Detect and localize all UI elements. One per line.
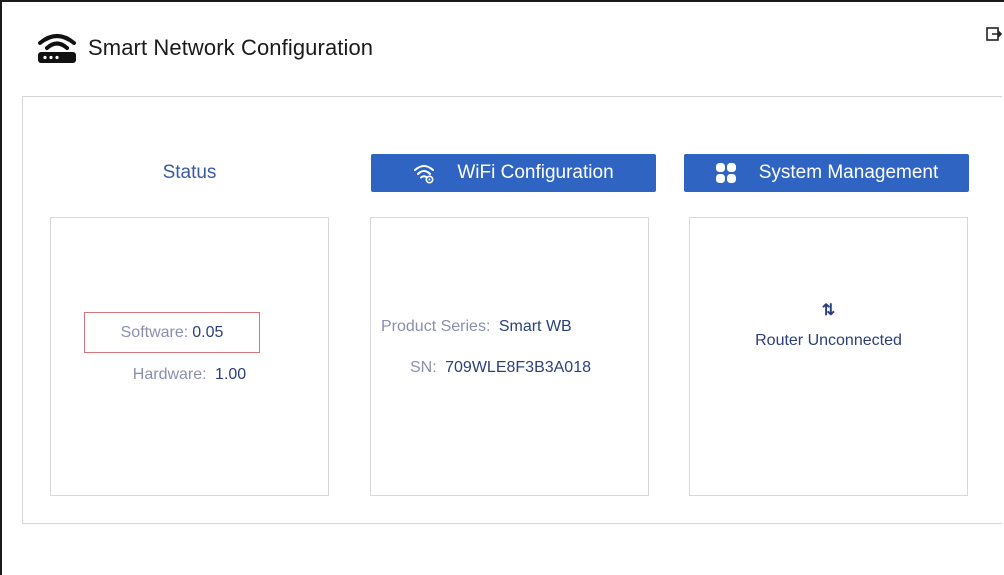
sn-value: 709WLE8F3B3A018: [445, 359, 591, 376]
system-management-button[interactable]: System Management: [684, 154, 969, 192]
logout-icon[interactable]: [986, 26, 1002, 42]
product-series-label: Product Series:: [381, 318, 495, 335]
software-version: Software: 0.05: [84, 312, 260, 353]
system-management-label: System Management: [758, 162, 939, 183]
product-series-value: Smart WB: [498, 318, 572, 335]
system-card: [689, 217, 968, 496]
wifi-settings-icon: [414, 165, 435, 184]
software-value: 0.05: [192, 323, 224, 341]
hardware-value: 1.00: [215, 366, 247, 383]
wifi-configuration-label: WiFi Configuration: [457, 162, 614, 183]
sn-label: SN:: [410, 359, 442, 376]
product-series: Product Series: Smart WB: [381, 318, 572, 336]
hardware-version: Hardware: 1.00: [50, 366, 329, 384]
software-label: Software:: [120, 323, 189, 341]
page-title: Smart Network Configuration: [88, 35, 374, 60]
router-status: Router Unconnected: [755, 332, 902, 349]
grid-apps-icon: [715, 163, 736, 183]
page-header: Smart Network Configuration: [36, 30, 373, 66]
serial-number: SN: 709WLE8F3B3A018: [410, 359, 591, 377]
router-logo-icon: [38, 34, 76, 63]
hardware-label: Hardware:: [132, 366, 212, 383]
status-card: [50, 217, 329, 496]
wifi-configuration-button[interactable]: WiFi Configuration: [371, 154, 656, 192]
up-down-arrows-icon: ⇅: [821, 302, 836, 319]
status-heading: Status: [162, 162, 217, 183]
wifi-card: [370, 217, 649, 496]
